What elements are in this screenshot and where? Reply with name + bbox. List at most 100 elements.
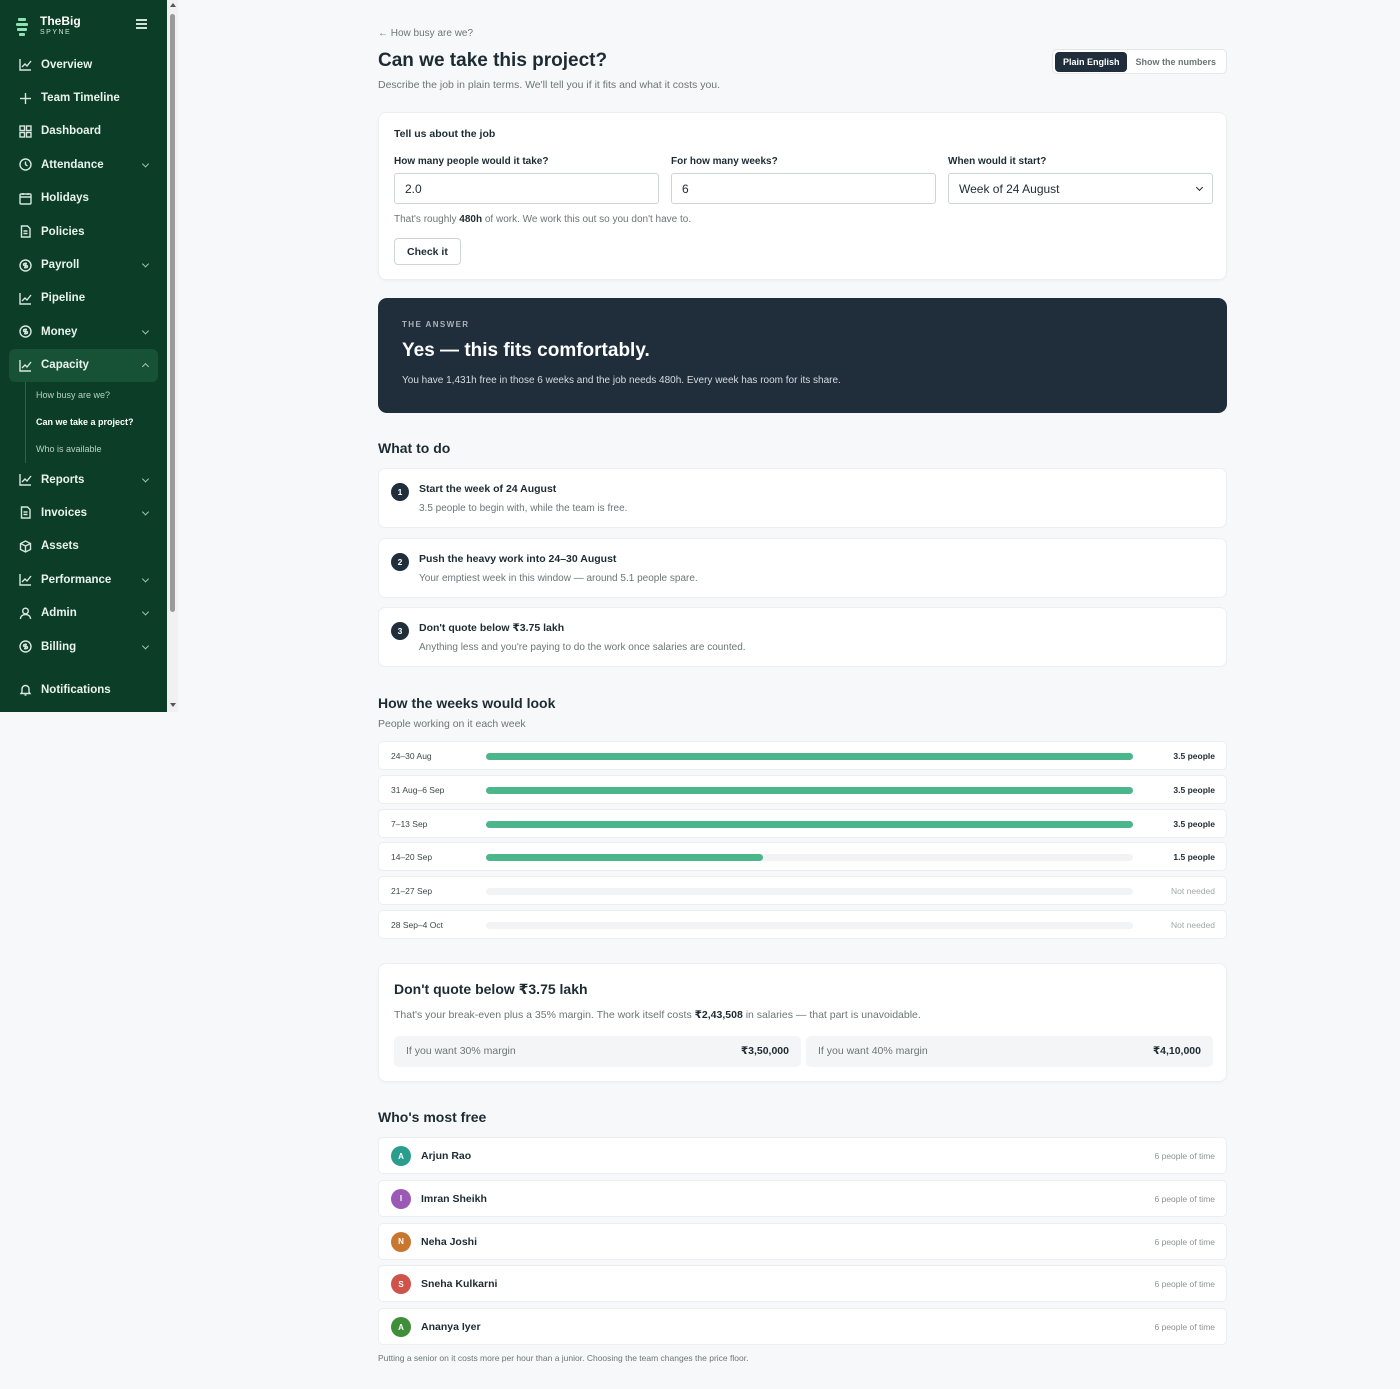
- clock-icon: [18, 158, 32, 172]
- chevron-up-icon: [141, 363, 150, 371]
- person-name: Imran Sheikh: [421, 1192, 487, 1205]
- subnav-item[interactable]: How busy are we?: [36, 382, 158, 409]
- sidebar-item-money[interactable]: Money: [9, 315, 158, 348]
- subnav-item[interactable]: Can we take a project?: [36, 409, 158, 436]
- week-value: 3.5 people: [1173, 784, 1215, 795]
- form-title: Tell us about the job: [394, 128, 496, 140]
- sidebar-item-label: Dashboard: [41, 125, 102, 138]
- answer-panel: THE ANSWER Yes — this fits comfortably. …: [378, 298, 1227, 413]
- week-row: 24–30 Aug 3.5 people: [378, 741, 1227, 770]
- sidebar: TheBig SPYNE Overview Team Timeline Dashbo…: [0, 0, 167, 712]
- sidebar-item-overview[interactable]: Overview: [9, 48, 158, 81]
- quote-sub-amount: ₹2,43,508: [694, 1009, 743, 1021]
- menu-toggle-icon[interactable]: [136, 19, 147, 29]
- sidebar-item-holidays[interactable]: Holidays: [9, 182, 158, 215]
- start-select-value: Week of 24 August: [959, 181, 1060, 196]
- scroll-down-arrow-icon[interactable]: [170, 703, 176, 707]
- sidebar-item-label: Billing: [41, 640, 77, 653]
- person-time: 6 people of time: [1154, 1279, 1215, 1290]
- scrollbar-thumb[interactable]: [170, 14, 175, 612]
- grid-icon: [18, 124, 32, 138]
- people-field: How many people would it take? 2.0: [394, 156, 659, 204]
- answer-detail: You have 1,431h free in those 6 weeks an…: [402, 375, 841, 386]
- sidebar-item-policies[interactable]: Policies: [9, 215, 158, 248]
- plain-english-toggle[interactable]: Plain English: [1054, 51, 1128, 72]
- sidebar-item-performance[interactable]: Performance: [9, 563, 158, 596]
- sidebar-item-label: Invoices: [41, 506, 88, 519]
- people-input[interactable]: 2.0: [394, 173, 659, 204]
- sidebar-item-dashboard[interactable]: Dashboard: [9, 115, 158, 148]
- person-name: Ananya Iyer: [421, 1321, 481, 1334]
- sidebar-item-label: Admin: [41, 607, 77, 620]
- sidebar-item-label: Holidays: [41, 192, 89, 205]
- document-icon: [18, 506, 32, 520]
- timeline-icon: [18, 91, 32, 105]
- sidebar-item-reports[interactable]: Reports: [9, 463, 158, 496]
- sidebar-item-capacity[interactable]: Capacity: [9, 348, 158, 382]
- sidebar-item-label: Team Timeline: [41, 92, 120, 105]
- quote-title: Don't quote below ₹3.75 lakh: [394, 981, 588, 997]
- sidebar-item-label: Policies: [41, 225, 85, 238]
- quote-subtitle: That's your break-even plus a 35% margin…: [394, 1009, 921, 1021]
- sidebar-item-admin[interactable]: Admin: [9, 596, 158, 629]
- brand-sub: SPYNE: [40, 29, 72, 36]
- breadcrumb-back-link[interactable]: ← How busy are we?: [378, 28, 473, 39]
- sidebar-item-billing[interactable]: Billing: [9, 630, 158, 663]
- sidebar-item-team-timeline[interactable]: Team Timeline: [9, 81, 158, 114]
- person-row[interactable]: I Imran Sheikh 6 people of time: [378, 1179, 1227, 1217]
- todo-title: What to do: [378, 440, 451, 456]
- user-icon: [18, 606, 32, 620]
- margin-40-box: If you want 40% margin ₹4,10,000: [806, 1036, 1213, 1067]
- check-it-button[interactable]: Check it: [394, 238, 461, 265]
- coin-icon: [18, 258, 32, 272]
- sidebar-item-label: Pipeline: [41, 292, 86, 305]
- person-row[interactable]: A Ananya Iyer 6 people of time: [378, 1308, 1227, 1346]
- brand[interactable]: TheBig SPYNE: [16, 12, 81, 40]
- calendar-icon: [18, 191, 32, 205]
- week-value: 3.5 people: [1173, 818, 1215, 829]
- person-name: Sneha Kulkarni: [421, 1278, 498, 1291]
- quote-sub-post: in salaries — that part is unavoidable.: [742, 1009, 921, 1021]
- week-bar-fill: [486, 820, 1133, 828]
- chart-line-icon: [18, 573, 32, 587]
- week-bar-fill: [486, 753, 1133, 760]
- show-numbers-toggle[interactable]: Show the numbers: [1127, 52, 1224, 72]
- sidebar-item-label: Overview: [41, 58, 93, 71]
- step-number: 3: [391, 622, 409, 640]
- chevron-down-icon: [141, 260, 150, 268]
- quote-card: Don't quote below ₹3.75 lakh That's your…: [378, 963, 1227, 1082]
- answer-eyebrow: THE ANSWER: [402, 320, 470, 329]
- chevron-down-icon: [141, 608, 150, 616]
- chevron-down-icon: [1195, 183, 1204, 192]
- margin-40-value: ₹4,10,000: [1152, 1045, 1201, 1057]
- step-title: Start the week of 24 August: [419, 483, 557, 495]
- free-title: Who's most free: [378, 1109, 487, 1125]
- quote-sub-pre: That's your break-even plus a 35% margin…: [394, 1009, 695, 1021]
- sidebar-item-pipeline[interactable]: Pipeline: [9, 282, 158, 315]
- sidebar-item-invoices[interactable]: Invoices: [9, 496, 158, 529]
- weeks-input[interactable]: 6: [671, 173, 936, 204]
- avatar: A: [391, 1317, 411, 1338]
- person-row[interactable]: S Sneha Kulkarni 6 people of time: [378, 1265, 1227, 1303]
- sidebar-item-assets[interactable]: Assets: [9, 530, 158, 563]
- hint-hours: 480h: [459, 214, 483, 225]
- step-title: Push the heavy work into 24–30 August: [419, 553, 617, 565]
- week-row: 7–13 Sep 3.5 people: [378, 808, 1227, 838]
- start-select[interactable]: Week of 24 August: [948, 173, 1213, 204]
- person-row[interactable]: N Neha Joshi 6 people of time: [378, 1222, 1227, 1260]
- week-label: 7–13 Sep: [391, 818, 428, 829]
- scroll-up-arrow-icon[interactable]: [170, 3, 176, 7]
- subnav-item[interactable]: Who is available: [36, 436, 158, 463]
- sidebar-item-payroll[interactable]: Payroll: [9, 248, 158, 281]
- person-row[interactable]: A Arjun Rao 6 people of time: [378, 1137, 1227, 1174]
- chart-line-icon: [18, 358, 32, 372]
- margin-30-box: If you want 30% margin ₹3,50,000: [394, 1036, 801, 1067]
- person-time: 6 people of time: [1154, 1193, 1215, 1204]
- sidebar-item-attendance[interactable]: Attendance: [9, 148, 158, 181]
- people-label: How many people would it take?: [394, 156, 549, 167]
- page-title: Can we take this project?: [378, 50, 608, 71]
- sidebar-item-notifications[interactable]: Notifications: [9, 673, 158, 706]
- sidebar-nav: Overview Team Timeline Dashboard Attendance…: [9, 48, 158, 707]
- todo-step: 2 Push the heavy work into 24–30 August Yo…: [378, 538, 1227, 598]
- weeks-label: For how many weeks?: [671, 156, 778, 167]
